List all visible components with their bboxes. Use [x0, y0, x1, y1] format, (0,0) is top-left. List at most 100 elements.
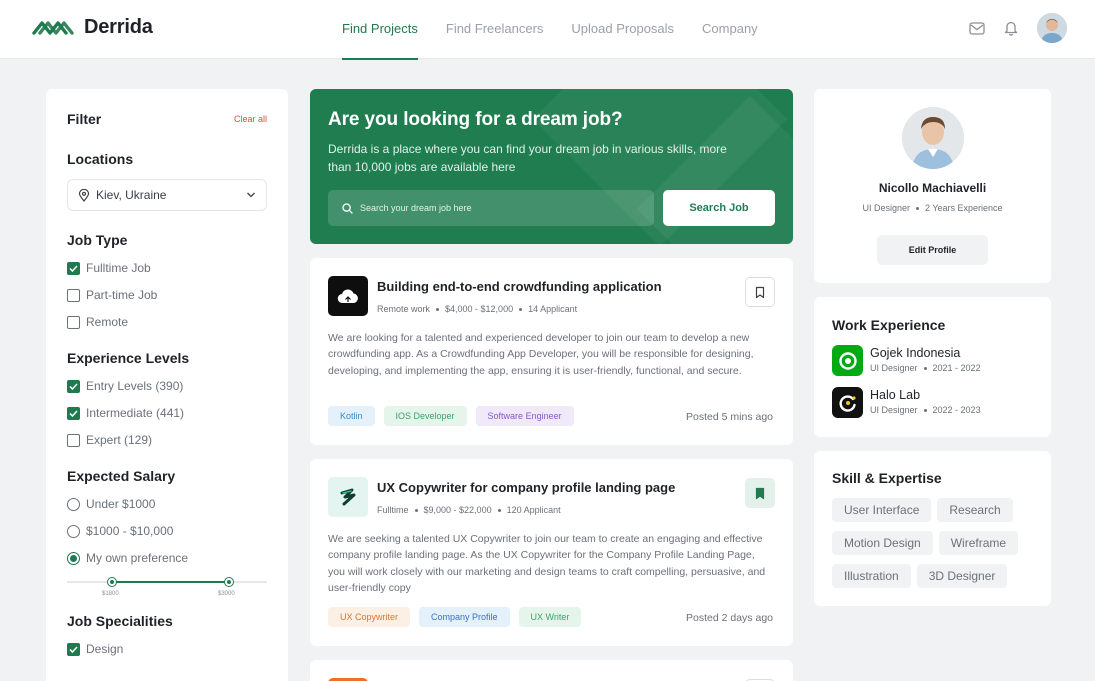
- chevron-down-icon: [247, 192, 255, 198]
- skills-card: Skill & Expertise User Interface Researc…: [814, 451, 1051, 606]
- work-meta: UI Designer 2021 - 2022: [870, 363, 981, 373]
- job-card[interactable]: UX Copywriter for company profile landin…: [310, 459, 793, 646]
- bookmark-button[interactable]: [745, 478, 775, 508]
- option-under-1000[interactable]: Under $1000: [67, 497, 267, 511]
- experience-title: Experience Levels: [67, 350, 190, 366]
- option-part-time[interactable]: Part-time Job: [67, 288, 267, 302]
- company-logo: [328, 276, 368, 316]
- bookmark-button[interactable]: [745, 277, 775, 307]
- zigzag-icon: [340, 488, 356, 506]
- bookmark-filled-icon: [755, 487, 765, 499]
- infinity-logo-icon: [32, 20, 74, 35]
- filter-title: Filter: [67, 111, 102, 127]
- bell-icon[interactable]: [1003, 20, 1019, 36]
- tag[interactable]: Software Engineer: [475, 406, 574, 426]
- option-remote[interactable]: Remote: [67, 315, 267, 329]
- work-item[interactable]: Gojek Indonesia UI Designer 2021 - 2022: [832, 345, 981, 376]
- skill-chip[interactable]: 3D Designer: [916, 564, 1008, 588]
- option-label: Entry Levels (390): [86, 379, 184, 393]
- work-period: 2022 - 2023: [932, 405, 981, 415]
- tag[interactable]: UX Copywriter: [328, 607, 411, 627]
- profile-avatar: [902, 107, 964, 169]
- checkbox-checked[interactable]: [67, 642, 80, 656]
- option-intermediate[interactable]: Intermediate (441): [67, 406, 267, 420]
- radio-unselected[interactable]: [67, 497, 80, 511]
- mail-icon[interactable]: [969, 20, 985, 36]
- brand-name: Derrida: [84, 16, 153, 38]
- checkbox-unchecked[interactable]: [67, 288, 80, 302]
- slider-handle-min[interactable]: [108, 578, 116, 586]
- search-job-button[interactable]: Search Job: [663, 190, 775, 226]
- work-role: UI Designer: [870, 405, 918, 415]
- profile-name: Nicollo Machiavelli: [878, 181, 987, 195]
- specialities-group: Job Specialities Design: [67, 613, 267, 656]
- radio-unselected[interactable]: [67, 524, 80, 538]
- option-label: Under $1000: [86, 497, 156, 511]
- user-avatar[interactable]: [1037, 13, 1067, 43]
- radio-selected[interactable]: [67, 551, 80, 565]
- job-card[interactable]: [310, 660, 793, 681]
- hero-subtitle: Derrida is a place where you can find yo…: [328, 142, 727, 174]
- profile-experience: 2 Years Experience: [924, 203, 1003, 213]
- option-design[interactable]: Design: [67, 642, 267, 656]
- header-actions: [969, 13, 1067, 43]
- profile-role: UI Designer: [862, 203, 910, 213]
- job-salary: $9,000 - $22,000: [423, 505, 492, 515]
- job-search-bar[interactable]: [328, 190, 654, 226]
- option-1000-10000[interactable]: $1000 - $10,000: [67, 524, 267, 538]
- job-description: We are looking for a talented and experi…: [328, 332, 754, 377]
- nav-upload-proposals[interactable]: Upload Proposals: [571, 0, 674, 59]
- edit-profile-button[interactable]: Edit Profile: [877, 235, 988, 265]
- cloud-icon: [337, 289, 358, 304]
- job-type-title: Job Type: [67, 232, 128, 248]
- tag[interactable]: Company Profile: [419, 607, 510, 627]
- tag[interactable]: UX Writer: [518, 607, 582, 627]
- location-value: Kiev, Ukraine: [96, 188, 167, 202]
- salary-range-slider[interactable]: $1800 $3000: [67, 575, 267, 605]
- slider-max-label: $3000: [218, 591, 235, 597]
- job-card[interactable]: Building end-to-end crowdfunding applica…: [310, 258, 793, 445]
- clear-all-link[interactable]: Clear all: [234, 114, 267, 124]
- option-fulltime[interactable]: Fulltime Job: [67, 261, 267, 275]
- job-type: Remote work: [377, 304, 431, 314]
- job-title[interactable]: UX Copywriter for company profile landin…: [377, 480, 675, 495]
- checkbox-checked[interactable]: [67, 379, 80, 393]
- work-company: Gojek Indonesia: [870, 346, 961, 360]
- salary-group: Expected Salary Under $1000 $1000 - $10,…: [67, 468, 267, 605]
- gojek-logo-icon: [832, 345, 863, 376]
- skill-chip[interactable]: Wireframe: [938, 531, 1019, 555]
- checkbox-unchecked[interactable]: [67, 315, 80, 329]
- option-expert[interactable]: Expert (129): [67, 433, 267, 447]
- nav-find-freelancers[interactable]: Find Freelancers: [446, 0, 544, 59]
- work-experience-card: Work Experience Gojek Indonesia UI Desig…: [814, 297, 1051, 437]
- slider-handle-max[interactable]: [225, 578, 233, 586]
- job-tags: UX Copywriter Company Profile UX Writer: [328, 607, 582, 627]
- tag[interactable]: IOS Developer: [383, 406, 467, 426]
- job-search-input[interactable]: [360, 203, 620, 213]
- skill-chip[interactable]: Motion Design: [832, 531, 933, 555]
- skill-chip[interactable]: User Interface: [832, 498, 932, 522]
- checkbox-checked[interactable]: [67, 406, 80, 420]
- posted-time: Posted 2 days ago: [686, 612, 773, 624]
- nav-company[interactable]: Company: [702, 0, 758, 59]
- work-item[interactable]: Halo Lab UI Designer 2022 - 2023: [832, 387, 981, 418]
- checkbox-checked[interactable]: [67, 261, 80, 275]
- job-description: We are seeking a talented UX Copywriter …: [328, 533, 766, 595]
- job-type-group: Job Type Fulltime Job Part-time Job Remo…: [67, 232, 267, 329]
- job-applicants: 14 Applicant: [528, 304, 578, 314]
- job-meta: Fulltime $9,000 - $22,000 120 Applicant: [377, 505, 561, 515]
- location-select[interactable]: Kiev, Ukraine: [67, 179, 267, 211]
- option-label: Design: [86, 642, 124, 656]
- slider-min-label: $1800: [102, 591, 119, 597]
- work-experience-title: Work Experience: [832, 317, 946, 333]
- checkbox-unchecked[interactable]: [67, 433, 80, 447]
- option-own-preference[interactable]: My own preference: [67, 551, 267, 565]
- skill-chip[interactable]: Illustration: [832, 564, 911, 588]
- nav-find-projects[interactable]: Find Projects: [342, 0, 418, 60]
- bookmark-icon: [755, 286, 765, 298]
- job-title[interactable]: Building end-to-end crowdfunding applica…: [377, 279, 662, 294]
- brand-logo[interactable]: Derrida: [30, 16, 153, 39]
- skill-chip[interactable]: Research: [937, 498, 1013, 522]
- tag[interactable]: Kotlin: [328, 406, 375, 426]
- option-entry-level[interactable]: Entry Levels (390): [67, 379, 267, 393]
